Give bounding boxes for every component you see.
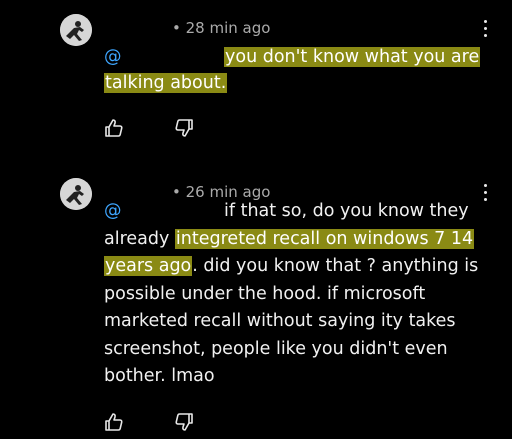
avatar-icon [60,14,92,46]
highlighted-text: years ago [104,256,193,276]
thumb-down-icon[interactable] [174,412,194,432]
thumb-up-icon[interactable] [104,412,124,432]
comment-text: @ you don't know what you are talking abou… [104,44,484,96]
comment-1: • 28 min ago @ you don't know what you ar… [0,0,512,150]
comment-2: • 26 min ago @ if that so, do you know th… [0,164,512,439]
avatar-icon [60,178,92,210]
avatar[interactable] [60,178,92,210]
comment-text-part: already [104,228,175,249]
highlighted-text: talking about. [104,73,228,93]
comment-timestamp: • 28 min ago [172,19,271,37]
highlighted-text: you don't know what you are [224,47,481,67]
highlighted-text: integreted recall on windows 7 14 [174,228,475,249]
comment-text-part: if that so, do you know they [224,201,469,221]
thumb-down-icon[interactable] [174,118,194,138]
comment-text: @ if that so, do you know they already int… [104,198,484,391]
more-vert-icon[interactable] [480,20,490,40]
thumb-up-icon[interactable] [104,118,124,138]
avatar[interactable] [60,14,92,46]
mention-link[interactable]: @ [104,44,224,70]
mention-link[interactable]: @ [104,198,224,226]
